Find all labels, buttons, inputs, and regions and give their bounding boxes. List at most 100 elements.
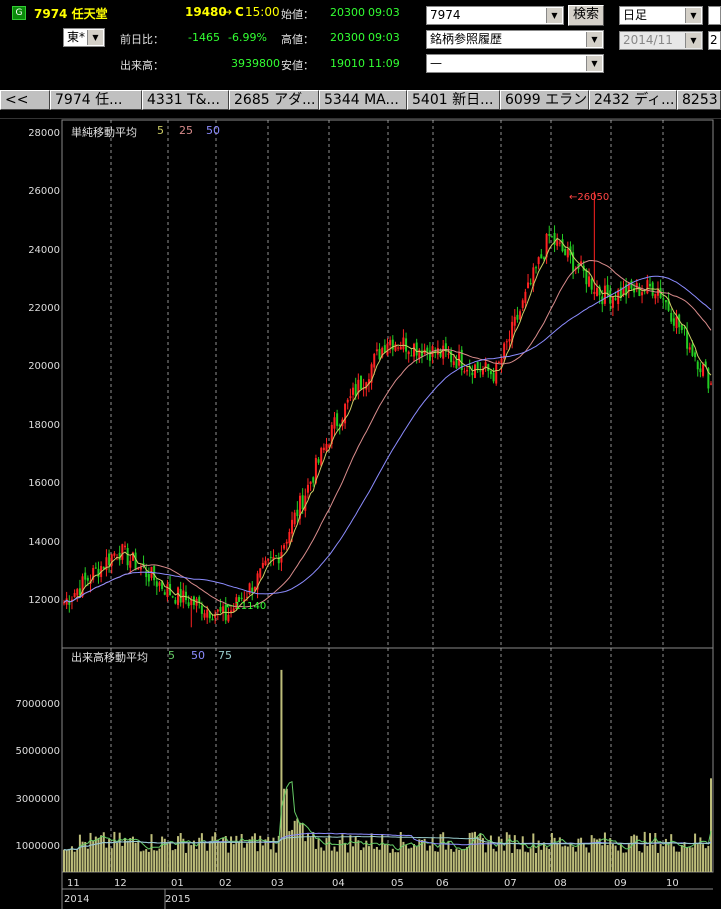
volume-bar — [174, 849, 177, 872]
volume-bar — [548, 848, 551, 872]
volume-bar — [320, 847, 323, 872]
candle-body — [203, 613, 206, 618]
volume-bar — [352, 846, 355, 872]
volume-bar — [649, 833, 652, 872]
candle-body — [710, 383, 712, 385]
volume-bar — [264, 839, 267, 872]
candle-body — [455, 359, 458, 369]
candle-body — [662, 298, 665, 300]
candle-body — [352, 387, 355, 395]
tab-stock[interactable]: 8253 — [677, 90, 721, 110]
volume-y-tick: 5000000 — [15, 746, 60, 758]
volume-bar — [243, 847, 246, 872]
tab-stock[interactable]: 2685 アダ... — [229, 90, 319, 110]
period-select[interactable]: 日足 ▼ — [619, 6, 703, 25]
candle-body — [386, 343, 389, 356]
volume-bar — [155, 850, 158, 872]
candle-body — [126, 547, 129, 566]
candle-body — [336, 413, 339, 426]
candle-body — [540, 254, 543, 259]
market-select[interactable]: 東* ▼ — [63, 28, 105, 47]
candle-body — [686, 330, 689, 349]
candle-body — [84, 572, 87, 580]
volume-bar — [569, 842, 572, 872]
candle-body — [466, 369, 469, 372]
volume-bar — [261, 845, 264, 872]
volume-bar — [617, 850, 620, 872]
volume-bar — [643, 831, 646, 872]
candle-body — [548, 234, 551, 236]
low-value: 19010 — [330, 57, 365, 70]
volume-bar — [423, 838, 426, 872]
volume-bar — [588, 852, 591, 872]
volume-bar — [672, 846, 675, 872]
volume-bar — [630, 836, 633, 872]
stock-chart[interactable] — [0, 118, 721, 909]
volume-bar — [410, 847, 413, 872]
volume-bar — [428, 845, 431, 872]
candle-body — [275, 555, 278, 557]
volume-bar — [704, 848, 707, 872]
volume-bar — [614, 845, 617, 872]
candle-body — [654, 293, 657, 299]
volume-bar — [545, 847, 548, 872]
volume-bar — [389, 852, 392, 872]
volume-bar — [256, 851, 259, 872]
date-select-value: 2014/11 — [623, 33, 673, 47]
volume-bar — [359, 850, 362, 872]
candle-body — [309, 481, 312, 484]
tab-scroll-left[interactable]: << — [0, 90, 50, 110]
tab-stock[interactable]: 2432 ディ... — [589, 90, 677, 110]
plot-frame — [61, 119, 714, 873]
history-select[interactable]: 銘柄参照履歴 ▼ — [426, 30, 604, 49]
volume-bar — [341, 834, 344, 872]
volume-bar — [73, 851, 76, 872]
tab-stock[interactable]: 5401 新日... — [407, 90, 500, 110]
volume-bar — [232, 844, 235, 872]
price-arrow-icon: → — [222, 5, 233, 19]
volume-bar — [285, 788, 288, 872]
volume-legend-title: 出来高移動平均 — [71, 651, 148, 664]
date-select[interactable]: 2014/11 ▼ — [619, 31, 703, 50]
volume-bar — [399, 831, 402, 872]
open-time: 09:03 — [368, 6, 400, 19]
volume-bar — [269, 849, 272, 872]
tab-stock[interactable]: 6099 エラン — [500, 90, 589, 110]
volume-bar — [558, 837, 561, 872]
volume-bar — [532, 833, 535, 872]
date-next-field[interactable]: 2 — [708, 31, 721, 50]
tab-stock[interactable]: 4331 T&... — [142, 90, 229, 110]
candle-body — [420, 350, 423, 357]
volume-bar — [495, 851, 498, 872]
volume-bar — [405, 845, 408, 872]
volume-bar — [65, 850, 68, 872]
volume-bar — [707, 845, 710, 872]
volume-bar — [365, 840, 368, 872]
candle-body — [73, 592, 76, 597]
volume-bar — [476, 837, 479, 872]
tab-stock[interactable]: 5344 MA... — [319, 90, 407, 110]
volume-bar — [123, 837, 126, 872]
volume-bar — [426, 850, 429, 872]
candle-body — [65, 598, 68, 605]
candle-body — [476, 361, 479, 369]
volume-bar — [702, 844, 705, 872]
volume-bar — [370, 833, 373, 872]
volume-bar — [203, 842, 206, 872]
candle-body — [691, 344, 694, 356]
third-select[interactable]: — ▼ — [426, 54, 604, 73]
period-extra-button[interactable] — [708, 6, 721, 25]
volume-bar — [444, 849, 447, 872]
candle-body — [641, 292, 644, 296]
price-legend-ma5: 5 — [157, 124, 164, 137]
volume-bar — [497, 836, 500, 872]
volume-bar — [76, 848, 79, 872]
candle-body — [649, 283, 652, 287]
search-button[interactable]: 検索 — [568, 5, 604, 26]
code-input[interactable]: 7974 ▼ — [426, 6, 564, 25]
moving-average-line — [63, 237, 712, 616]
tab-stock[interactable]: 7974 任... — [50, 90, 142, 110]
candle-body — [346, 399, 349, 403]
candle-body — [187, 602, 190, 607]
volume-y-tick: 1000000 — [15, 841, 60, 853]
